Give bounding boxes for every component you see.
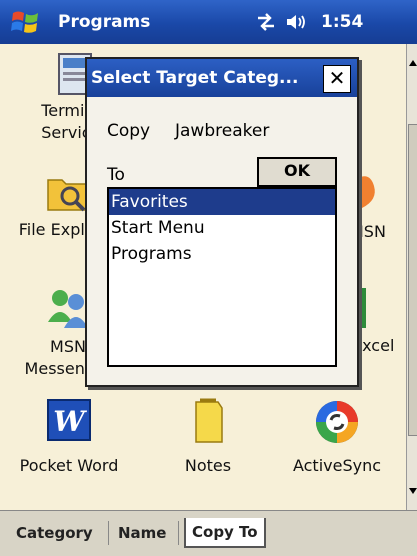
list-item-start-menu[interactable]: Start Menu — [109, 215, 335, 241]
copy-label: Copy — [107, 121, 151, 141]
scroll-down-arrow-icon[interactable] — [409, 488, 417, 494]
svg-text:W: W — [53, 405, 87, 438]
word-icon: W — [47, 399, 91, 441]
tab-copy-to[interactable]: Copy To — [184, 518, 266, 548]
bottom-menu-bar: Category Name Copy To — [0, 510, 417, 556]
copy-value: Jawbreaker — [175, 121, 270, 141]
program-activesync[interactable]: ActiveSync — [282, 398, 392, 475]
connectivity-icon[interactable] — [255, 12, 277, 32]
program-pocket-word[interactable]: W Pocket Word — [14, 398, 124, 475]
program-label: Excel — [352, 336, 395, 355]
dialog-title: Select Target Categ... — [91, 68, 299, 88]
list-item-favorites[interactable]: Favorites — [109, 189, 335, 215]
program-label: Pocket Word — [19, 456, 119, 475]
title-bar: Programs 1:54 — [0, 0, 417, 44]
vertical-scrollbar[interactable] — [406, 44, 417, 510]
tab-divider — [178, 521, 179, 545]
tab-divider — [108, 521, 109, 545]
program-label: Notes — [184, 456, 232, 475]
status-area: 1:54 — [255, 10, 363, 34]
program-excel[interactable]: Excel — [352, 284, 406, 355]
windows-start-icon[interactable] — [10, 7, 42, 37]
tab-name[interactable]: Name — [112, 519, 172, 547]
tab-category[interactable]: Category — [10, 519, 99, 547]
to-label: To — [107, 165, 125, 185]
scroll-up-arrow-icon[interactable] — [409, 60, 417, 66]
close-icon[interactable]: ✕ — [323, 65, 351, 93]
list-item-programs[interactable]: Programs — [109, 241, 335, 267]
program-notes[interactable]: Notes — [166, 398, 250, 475]
app-title: Programs — [58, 12, 151, 32]
volume-icon[interactable] — [285, 12, 309, 32]
ok-button[interactable]: OK — [257, 157, 337, 187]
select-target-category-dialog: Select Target Categ... ✕ Copy Jawbreaker… — [85, 57, 359, 387]
program-label: ActiveSync — [292, 456, 382, 475]
category-listbox[interactable]: Favorites Start Menu Programs — [107, 187, 337, 367]
notes-icon — [195, 398, 223, 443]
activesync-icon — [316, 401, 358, 443]
dialog-title-bar: Select Target Categ... ✕ — [87, 59, 357, 97]
scroll-thumb[interactable] — [408, 124, 417, 436]
clock[interactable]: 1:54 — [321, 12, 363, 32]
